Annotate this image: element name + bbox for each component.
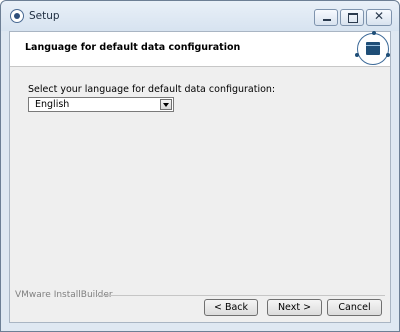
wizard-header: Language for default data configuration	[10, 31, 390, 67]
minimize-button[interactable]	[314, 9, 338, 26]
language-select-value: English	[35, 99, 70, 110]
close-button[interactable]: ✕	[366, 9, 392, 26]
app-icon[interactable]	[10, 9, 24, 23]
window-title: Setup	[29, 10, 60, 22]
close-icon: ✕	[373, 9, 385, 23]
setup-window: Setup ✕ Language for default data config…	[0, 0, 400, 332]
wizard-panel: Language for default data configuration …	[9, 31, 391, 323]
language-select[interactable]: English	[28, 97, 174, 112]
title-bar[interactable]: Setup ✕	[1, 1, 399, 31]
logo-dot-top	[372, 31, 376, 35]
dropdown-arrow-icon[interactable]	[160, 99, 172, 110]
cancel-button[interactable]: Cancel	[327, 299, 382, 316]
language-prompt: Select your language for default data co…	[28, 84, 276, 95]
page-title: Language for default data configuration	[25, 42, 241, 53]
installbuilder-logo-icon	[355, 31, 390, 65]
footer-divider	[97, 295, 385, 296]
logo-dot-left	[355, 53, 359, 57]
back-button[interactable]: < Back	[204, 299, 258, 316]
next-button[interactable]: Next >	[267, 299, 322, 316]
logo-dot-right	[386, 53, 390, 57]
logo-box	[366, 42, 380, 55]
maximize-button[interactable]	[340, 9, 364, 26]
